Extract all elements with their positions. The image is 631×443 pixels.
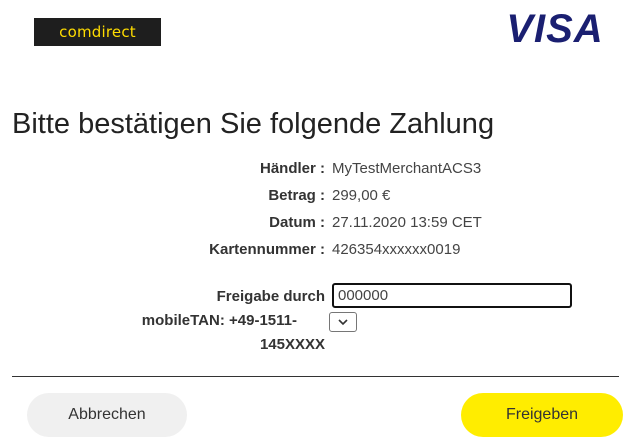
- visa-logo-text: VISA: [506, 7, 603, 51]
- comdirect-logo-text: comdirect: [59, 23, 136, 41]
- amount-label: Betrag :: [268, 187, 325, 204]
- card-number-value: 426354xxxxxx0019: [332, 241, 461, 258]
- tan-phone-select[interactable]: [329, 312, 357, 332]
- date-value: 27.11.2020 13:59 CET: [332, 214, 482, 231]
- confirm-button[interactable]: Freigeben: [461, 393, 623, 437]
- detail-row-merchant: Händler : MyTestMerchantACS3: [0, 160, 631, 184]
- detail-row-date: Datum : 27.11.2020 13:59 CET: [0, 214, 631, 238]
- date-label: Datum :: [269, 214, 325, 231]
- tan-label-line3: 145XXXX: [259, 336, 325, 353]
- merchant-value: MyTestMerchantACS3: [332, 160, 482, 177]
- tan-method-label: Freigabe durch mobileTAN: +49-1511- 145X…: [65, 285, 325, 357]
- merchant-label: Händler :: [259, 160, 325, 177]
- detail-row-amount: Betrag : 299,00 €: [0, 187, 631, 211]
- tan-label-line1: Freigabe durch: [216, 288, 325, 305]
- confirm-button-label: Freigeben: [505, 406, 579, 423]
- visa-logo: VISA: [506, 7, 603, 51]
- cancel-button[interactable]: Abbrechen: [27, 393, 187, 437]
- divider: [12, 376, 619, 377]
- amount-value: 299,00 €: [332, 187, 391, 204]
- tan-label-line2: mobileTAN: +49-1511-: [141, 312, 297, 329]
- cancel-button-label: Abbrechen: [68, 406, 146, 423]
- tan-input[interactable]: [332, 283, 572, 308]
- payment-confirmation-page: comdirect VISA Bitte bestätigen Sie folg…: [0, 0, 631, 443]
- detail-row-card-number: Kartennummer : 426354xxxxxx0019: [0, 241, 631, 265]
- comdirect-logo: comdirect: [34, 18, 161, 46]
- page-title: Bitte bestätigen Sie folgende Zahlung: [12, 108, 495, 140]
- card-number-label: Kartennummer :: [209, 241, 325, 258]
- chevron-down-icon: [338, 318, 348, 325]
